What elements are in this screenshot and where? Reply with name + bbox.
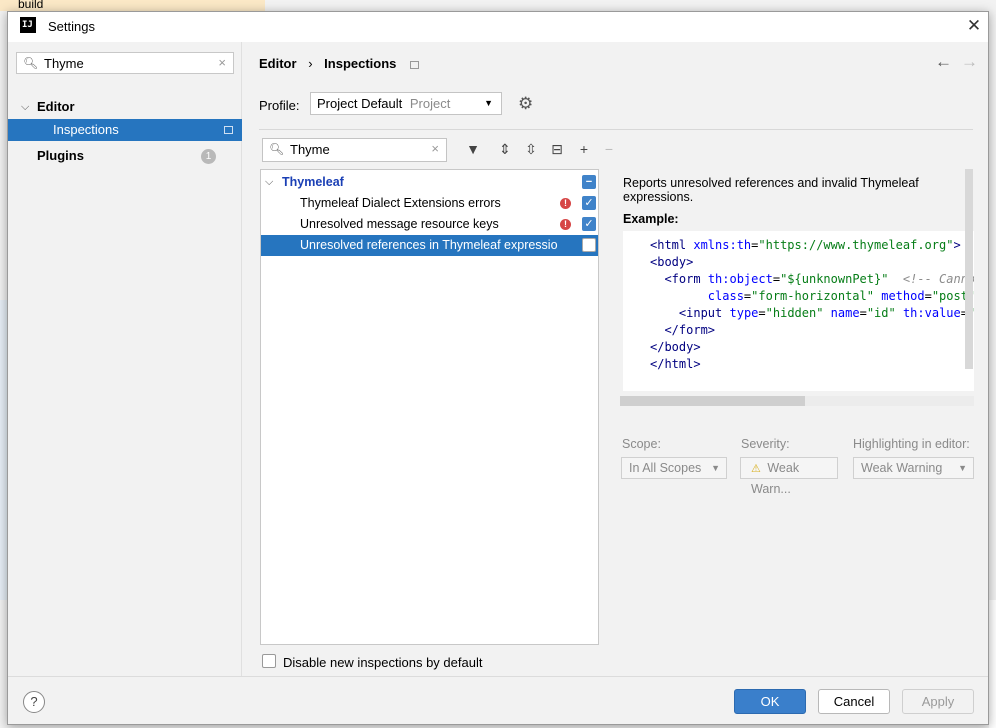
sidebar-item-label: Inspections [53,122,119,137]
profile-label: Profile: [259,98,300,113]
sidebar-item-label: Plugins [37,148,84,163]
inspection-tree: ⌵ Thymeleaf − Thymeleaf Dialect Extensio… [260,169,599,645]
severity-dropdown[interactable]: ⚠ Weak Warn... [740,457,838,496]
plugins-badge: 1 [201,149,216,164]
search-icon: 🔍︎ [269,142,285,156]
inspection-checkbox[interactable]: ✓ [582,196,596,210]
filter-icon[interactable]: ▼ [463,141,483,157]
search-icon: 🔍︎ [23,56,39,70]
inspection-label: Unresolved references in Thymeleaf expre… [300,238,558,252]
project-scope-icon [410,60,420,69]
gear-icon[interactable]: ⚙ [518,94,533,114]
code-example: <html xmlns:th="https://www.thymeleaf.or… [623,231,974,391]
settings-search-value: Thyme [44,56,84,71]
inspection-checkbox[interactable]: ✓ [582,217,596,231]
forward-arrow-icon[interactable]: → [961,52,978,72]
warning-icon: ⚠ [751,463,761,475]
breadcrumb: Editor › Inspections [259,56,420,71]
sidebar-item-inspections[interactable]: Inspections [8,119,242,141]
close-button[interactable]: ✕ [964,16,984,36]
highlighting-value: Weak Warning [861,461,943,475]
collapse-all-icon[interactable]: ⇳ [521,141,541,158]
chevron-down-icon[interactable]: ⌵ [21,96,29,118]
apply-button[interactable]: Apply [902,689,974,714]
breadcrumb-inspections: Inspections [324,56,397,71]
project-scope-icon [224,126,233,134]
ok-button[interactable]: OK [734,689,806,714]
breadcrumb-separator: › [308,56,313,71]
dialog-title: Settings [48,19,95,34]
scope-dropdown[interactable]: In All Scopes ▼ [621,457,727,479]
tree-group-thymeleaf[interactable]: ⌵ Thymeleaf − [261,172,598,193]
severity-label: Severity: [741,437,790,451]
cancel-button[interactable]: Cancel [818,689,890,714]
group-label: Thymeleaf [282,175,344,189]
description-scrollbar[interactable] [965,169,973,369]
scope-value: In All Scopes [629,461,702,475]
chevron-down-icon: ▼ [484,98,493,108]
error-severity-icon: ! [560,219,571,230]
settings-dialog: IJ Settings ✕ 🔍︎ Thyme × ⌵ Editor Inspec… [7,11,989,725]
add-icon[interactable]: + [574,141,594,157]
highlighting-dropdown[interactable]: Weak Warning ▼ [853,457,974,479]
remove-icon[interactable]: − [599,141,619,157]
inspection-search-value: Thyme [290,142,330,157]
inspection-label: Unresolved message resource keys [300,217,499,231]
chevron-down-icon[interactable]: ⌵ [265,172,273,193]
profile-scope: Project [409,96,451,111]
background-side-strip [0,300,7,600]
intellij-icon: IJ [20,17,36,33]
inspection-checkbox[interactable] [582,238,596,252]
sidebar-item-plugins[interactable]: Plugins 1 [8,145,242,167]
inspection-search-input[interactable]: 🔍︎ Thyme × [262,138,447,162]
breadcrumb-editor[interactable]: Editor [259,56,297,71]
clear-search-icon[interactable]: × [431,141,439,156]
sidebar-item-editor[interactable]: ⌵ Editor [8,96,242,118]
background-right-strip [989,600,996,728]
clear-search-icon[interactable]: × [218,55,226,70]
scope-label: Scope: [622,437,661,451]
settings-search-input[interactable]: 🔍︎ Thyme × [16,52,234,74]
inspection-row[interactable]: Thymeleaf Dialect Extensions errors ! ✓ [261,193,598,214]
reset-icon[interactable]: ⊟ [547,141,567,158]
settings-sidebar: 🔍︎ Thyme × ⌵ Editor Inspections Plugins … [8,42,242,676]
chevron-down-icon: ▼ [958,463,967,473]
inspection-row-selected[interactable]: Unresolved references in Thymeleaf expre… [261,235,598,256]
inspections-panel: Editor › Inspections ← → Profile: Projec… [243,42,988,676]
inspection-label: Thymeleaf Dialect Extensions errors [300,196,501,210]
profile-value: Project Default [317,96,403,111]
title-bar: IJ Settings ✕ [8,12,988,42]
dialog-footer: ? OK Cancel Apply [8,676,988,724]
chevron-down-icon: ▼ [711,463,720,473]
group-checkbox[interactable]: − [582,175,596,189]
back-arrow-icon[interactable]: ← [935,52,952,72]
example-label: Example: [623,212,679,226]
disable-new-inspections-label: Disable new inspections by default [283,655,483,670]
help-button[interactable]: ? [23,691,45,713]
profile-dropdown[interactable]: Project Default Project ▼ [310,92,502,115]
background-build-label: build [18,0,44,11]
inspection-row[interactable]: Unresolved message resource keys ! ✓ [261,214,598,235]
disable-new-inspections-checkbox[interactable] [262,654,276,668]
error-severity-icon: ! [560,198,571,209]
highlighting-label: Highlighting in editor: [853,437,970,451]
expand-all-icon[interactable]: ⇕ [495,141,515,158]
divider [259,129,973,130]
inspection-description: Reports unresolved references and invali… [623,176,919,204]
code-scrollbar-thumb[interactable] [620,396,805,406]
sidebar-item-label: Editor [37,99,75,114]
